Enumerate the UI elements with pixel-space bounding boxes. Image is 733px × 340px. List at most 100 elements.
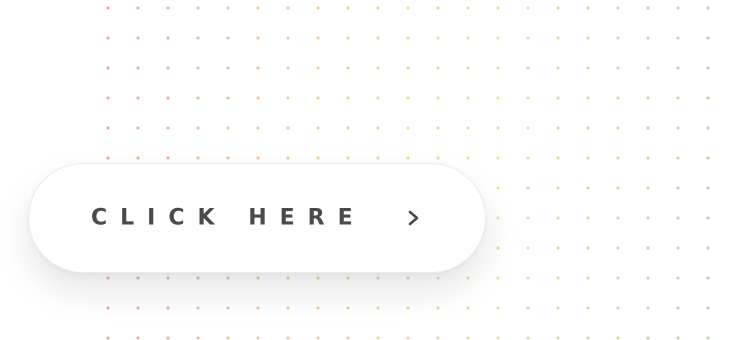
grid-dot	[496, 6, 500, 10]
grid-dot	[526, 216, 530, 220]
grid-dot	[346, 6, 350, 10]
grid-dot	[466, 306, 470, 310]
click-here-label: CLICK HERE	[91, 205, 366, 231]
grid-dot	[166, 66, 170, 70]
grid-dot	[106, 156, 110, 160]
grid-dot	[196, 276, 200, 280]
grid-dot	[346, 156, 350, 160]
grid-dot	[376, 306, 380, 310]
grid-dot	[586, 36, 590, 40]
grid-dot	[706, 36, 710, 40]
grid-dot	[166, 336, 170, 340]
grid-dot	[526, 96, 530, 100]
grid-dot	[676, 156, 680, 160]
grid-dot	[166, 126, 170, 130]
grid-dot	[466, 156, 470, 160]
grid-dot	[166, 276, 170, 280]
grid-dot	[646, 156, 650, 160]
grid-dot	[466, 96, 470, 100]
grid-dot	[436, 306, 440, 310]
grid-dot	[436, 126, 440, 130]
grid-dot	[316, 36, 320, 40]
grid-dot	[646, 66, 650, 70]
grid-dot	[106, 6, 110, 10]
grid-dot	[106, 66, 110, 70]
grid-dot	[676, 36, 680, 40]
click-here-button[interactable]: CLICK HERE	[28, 163, 486, 273]
grid-dot	[556, 126, 560, 130]
grid-dot	[586, 6, 590, 10]
grid-dot	[166, 96, 170, 100]
grid-dot	[226, 336, 230, 340]
grid-dot	[556, 276, 560, 280]
grid-dot	[196, 126, 200, 130]
grid-dot	[136, 336, 140, 340]
grid-dot	[646, 126, 650, 130]
grid-dot	[226, 276, 230, 280]
grid-dot	[706, 276, 710, 280]
grid-dot	[106, 36, 110, 40]
grid-dot	[676, 186, 680, 190]
chevron-right-icon	[407, 209, 421, 227]
grid-dot	[526, 126, 530, 130]
grid-dot	[196, 156, 200, 160]
grid-dot	[646, 246, 650, 250]
grid-dot	[316, 6, 320, 10]
grid-dot	[406, 66, 410, 70]
grid-dot	[466, 66, 470, 70]
grid-dot	[406, 306, 410, 310]
grid-dot	[586, 186, 590, 190]
grid-dot	[286, 156, 290, 160]
grid-dot	[196, 66, 200, 70]
grid-dot	[166, 6, 170, 10]
grid-dot	[406, 36, 410, 40]
grid-dot	[136, 6, 140, 10]
grid-dot	[466, 336, 470, 340]
grid-dot	[466, 36, 470, 40]
grid-dot	[346, 96, 350, 100]
grid-dot	[616, 156, 620, 160]
grid-dot	[526, 36, 530, 40]
grid-dot	[526, 276, 530, 280]
grid-dot	[106, 336, 110, 340]
grid-dot	[136, 156, 140, 160]
grid-dot	[136, 126, 140, 130]
grid-dot	[436, 36, 440, 40]
grid-dot	[136, 306, 140, 310]
grid-dot	[286, 66, 290, 70]
grid-dot	[226, 306, 230, 310]
grid-dot	[106, 126, 110, 130]
grid-dot	[226, 36, 230, 40]
grid-dot	[436, 96, 440, 100]
grid-dot	[376, 66, 380, 70]
grid-dot	[586, 156, 590, 160]
grid-dot	[616, 276, 620, 280]
grid-dot	[526, 156, 530, 160]
grid-dot	[286, 276, 290, 280]
grid-dot	[286, 126, 290, 130]
grid-dot	[526, 246, 530, 250]
grid-dot	[496, 276, 500, 280]
grid-dot	[556, 96, 560, 100]
grid-dot	[646, 276, 650, 280]
grid-dot	[556, 6, 560, 10]
grid-dot	[556, 36, 560, 40]
grid-dot	[556, 216, 560, 220]
grid-dot	[586, 96, 590, 100]
grid-dot	[676, 276, 680, 280]
grid-dot	[316, 336, 320, 340]
grid-dot	[436, 276, 440, 280]
grid-dot	[556, 306, 560, 310]
grid-dot	[676, 126, 680, 130]
grid-dot	[286, 6, 290, 10]
grid-dot	[406, 96, 410, 100]
grid-dot	[646, 186, 650, 190]
grid-dot	[226, 6, 230, 10]
grid-dot	[196, 36, 200, 40]
grid-dot	[616, 96, 620, 100]
grid-dot	[256, 336, 260, 340]
grid-dot	[256, 306, 260, 310]
grid-dot	[706, 306, 710, 310]
grid-dot	[496, 336, 500, 340]
grid-dot	[466, 6, 470, 10]
